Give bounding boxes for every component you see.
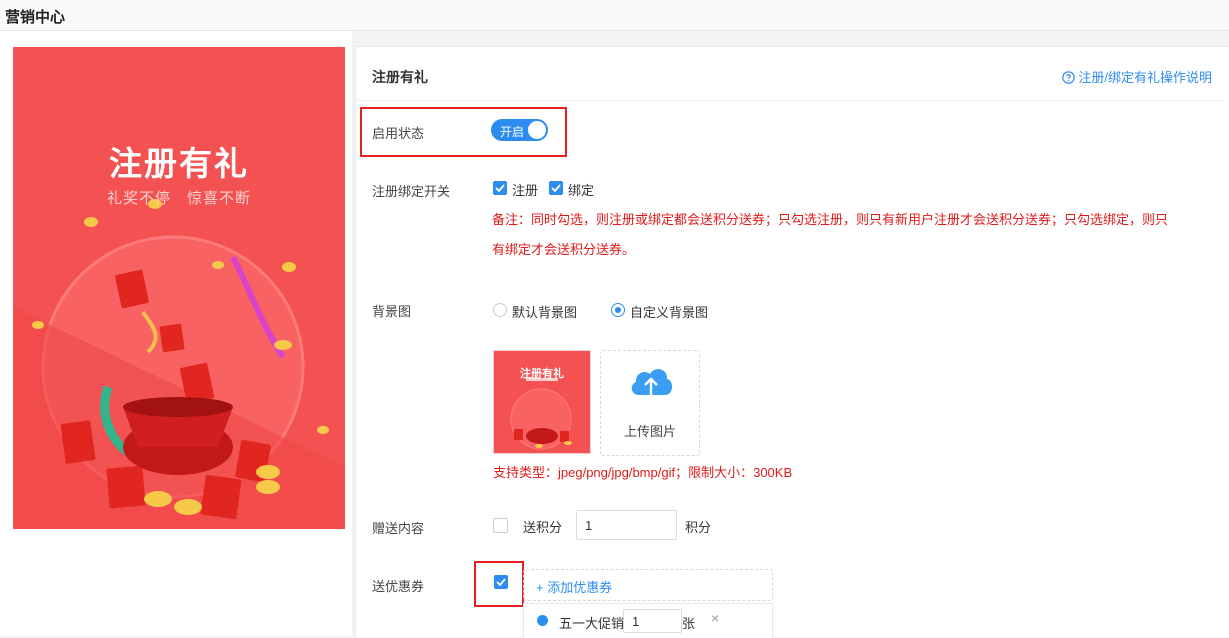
coupon-item: 五一大促销 张 × bbox=[523, 603, 773, 638]
upload-image-label: 上传图片 bbox=[623, 424, 676, 439]
register-checkbox[interactable] bbox=[493, 181, 507, 195]
custom-background-label: 自定义背景图 bbox=[630, 305, 709, 320]
points-input[interactable] bbox=[576, 510, 677, 540]
background-label: 背景图 bbox=[372, 304, 412, 319]
points-label: 送积分 bbox=[523, 520, 563, 535]
coupon-remove-icon[interactable]: × bbox=[711, 610, 719, 626]
bind-checkbox[interactable] bbox=[549, 181, 563, 195]
coupon-checkbox[interactable] bbox=[494, 575, 508, 589]
bind-checkbox-label: 绑定 bbox=[568, 183, 595, 198]
points-checkbox[interactable] bbox=[493, 518, 508, 533]
poster-subtitle: 礼奖不停 惊喜不断 bbox=[106, 190, 251, 207]
poster-preview: 注册有礼 礼奖不停 惊喜不断 bbox=[13, 47, 345, 529]
top-bar: 营销中心 bbox=[0, 0, 1229, 31]
check-icon bbox=[551, 184, 561, 192]
help-link[interactable]: 注册/绑定有礼操作说明 bbox=[1062, 67, 1212, 86]
bind-switch-label: 注册绑定开关 bbox=[372, 184, 451, 199]
status-toggle-text: 开启 bbox=[500, 125, 525, 139]
upload-image-button[interactable]: 上传图片 bbox=[600, 350, 700, 456]
poster-decoration bbox=[13, 199, 345, 529]
status-toggle[interactable]: 开启 bbox=[491, 119, 548, 141]
bind-switch-note-line1: 备注：同时勾选，则注册或绑定都会送积分送券；只勾选注册，则只有新用户注册才会送积… bbox=[492, 212, 1169, 227]
background-thumbnail[interactable]: 注册有礼 bbox=[493, 350, 591, 454]
cloud-upload-icon bbox=[631, 369, 673, 395]
poster-title: 注册有礼 bbox=[109, 145, 249, 182]
app-title: 营销中心 bbox=[5, 9, 66, 26]
add-coupon-link[interactable]: + 添加优惠券 bbox=[536, 577, 612, 596]
register-checkbox-label: 注册 bbox=[512, 183, 539, 198]
gift-label: 赠送内容 bbox=[372, 521, 425, 536]
upload-tips: 支持类型：jpeg/png/jpg/bmp/gif；限制大小：300KB bbox=[493, 465, 793, 480]
coupon-qty-unit: 张 bbox=[682, 616, 696, 631]
preview-area: 注册有礼 礼奖不停 惊喜不断 bbox=[0, 31, 352, 636]
coupon-label: 送优惠券 bbox=[372, 579, 425, 594]
settings-panel: 注册有礼 注册/绑定有礼操作说明 启用状态 开启 注册绑定开关 注册 绑定 备注… bbox=[355, 46, 1229, 638]
help-circle-icon bbox=[1062, 71, 1076, 84]
help-link-label: 注册/绑定有礼操作说明 bbox=[1078, 70, 1212, 85]
points-unit: 积分 bbox=[685, 520, 712, 535]
check-icon bbox=[495, 184, 505, 192]
thumbnail-title: 注册有礼 bbox=[520, 368, 564, 380]
custom-background-radio[interactable] bbox=[611, 303, 625, 317]
status-label: 启用状态 bbox=[372, 126, 425, 141]
check-icon bbox=[496, 578, 506, 586]
toggle-knob bbox=[528, 121, 546, 139]
default-background-radio[interactable] bbox=[493, 303, 507, 317]
default-background-label: 默认背景图 bbox=[512, 305, 578, 320]
panel-title: 注册有礼 bbox=[372, 69, 428, 85]
bind-switch-note-line2: 有绑定才会送积分送券。 bbox=[492, 242, 636, 257]
add-coupon-box: + 添加优惠券 bbox=[523, 569, 773, 601]
coupon-name: 五一大促销 bbox=[559, 616, 625, 631]
panel-header: 注册有礼 注册/绑定有礼操作说明 bbox=[356, 47, 1222, 101]
coupon-qty-input[interactable] bbox=[623, 609, 682, 633]
coupon-dot-icon bbox=[537, 615, 548, 626]
